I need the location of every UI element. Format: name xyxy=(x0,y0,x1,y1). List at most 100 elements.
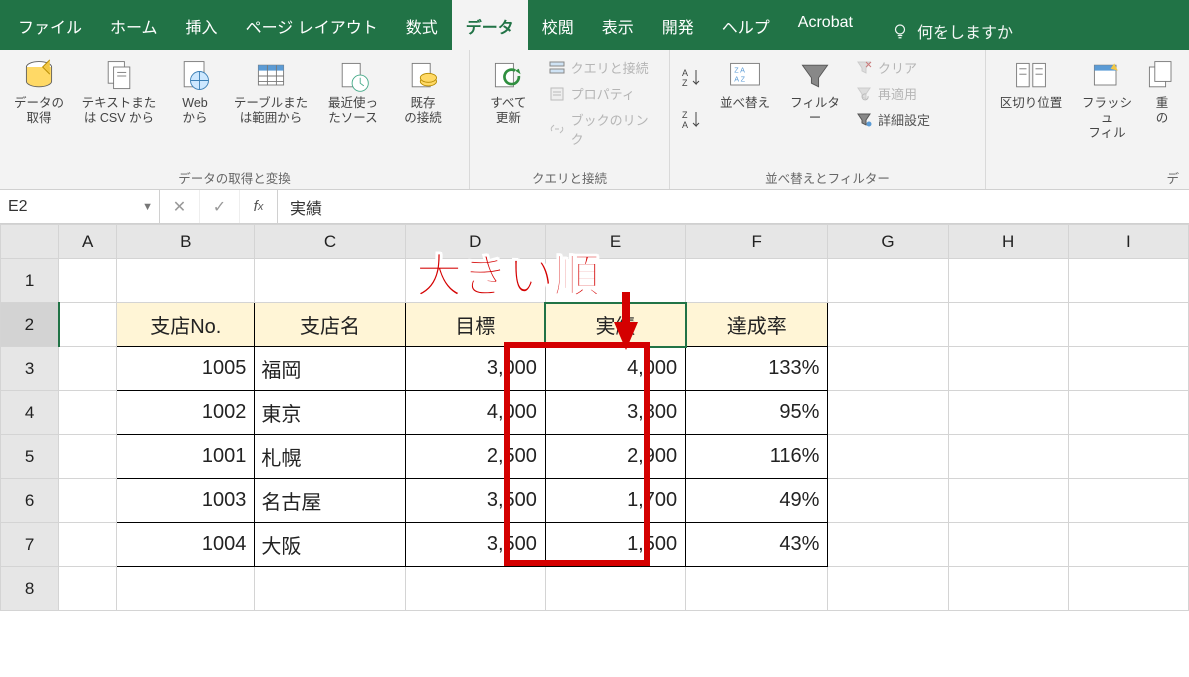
cancel-edit-button[interactable]: ✕ xyxy=(160,190,200,223)
formula-input[interactable]: 実績 xyxy=(278,195,1189,219)
cell[interactable]: 49% xyxy=(686,479,828,523)
cell[interactable]: 支店No. xyxy=(117,303,255,347)
cell[interactable]: 4,000 xyxy=(545,347,685,391)
col-header-H[interactable]: H xyxy=(948,225,1068,259)
cell[interactable]: 1005 xyxy=(117,347,255,391)
fx-button[interactable]: fx xyxy=(240,190,278,223)
group-label-sort-filter: 並べ替えとフィルター xyxy=(676,166,979,187)
col-header-F[interactable]: F xyxy=(686,225,828,259)
col-header-A[interactable]: A xyxy=(59,225,117,259)
advanced-filter-button[interactable]: 詳細設定 xyxy=(852,108,934,131)
tab-view[interactable]: 表示 xyxy=(588,0,648,50)
row-header-6[interactable]: 6 xyxy=(1,479,59,523)
reapply-label: 再適用 xyxy=(878,84,917,103)
refresh-icon xyxy=(490,58,526,94)
chevron-down-icon: ▼ xyxy=(142,201,153,213)
tab-data[interactable]: データ xyxy=(452,0,528,50)
text-to-columns-button[interactable]: 区切り位置 xyxy=(992,54,1070,115)
tab-acrobat[interactable]: Acrobat xyxy=(784,0,867,50)
cell[interactable]: 4,000 xyxy=(405,391,545,435)
cell[interactable]: 東京 xyxy=(255,391,405,435)
row-header-5[interactable]: 5 xyxy=(1,435,59,479)
cell[interactable]: 1004 xyxy=(117,523,255,567)
cell[interactable]: 1,700 xyxy=(545,479,685,523)
cell[interactable]: 3,500 xyxy=(405,479,545,523)
tab-formulas[interactable]: 数式 xyxy=(392,0,452,50)
col-header-B[interactable]: B xyxy=(117,225,255,259)
recent-sources-button[interactable]: 最近使っ たソース xyxy=(318,54,388,130)
properties-button[interactable]: プロパティ xyxy=(545,82,663,105)
col-header-G[interactable]: G xyxy=(828,225,948,259)
group-label-queries: クエリと接続 xyxy=(476,166,663,187)
clear-filter-button[interactable]: クリア xyxy=(852,56,934,79)
row-header-8[interactable]: 8 xyxy=(1,567,59,611)
cell-selected[interactable]: 実績 xyxy=(545,303,685,347)
svg-text:A: A xyxy=(682,68,688,78)
tab-review[interactable]: 校閲 xyxy=(528,0,588,50)
cell[interactable]: 名古屋 xyxy=(255,479,405,523)
sort-button[interactable]: Z AA Z 並べ替え xyxy=(712,54,778,115)
col-header-C[interactable]: C xyxy=(255,225,405,259)
from-csv-button[interactable]: テキストまた は CSV から xyxy=(76,54,162,130)
tab-file[interactable]: ファイル xyxy=(4,0,96,50)
advanced-filter-label: 詳細設定 xyxy=(878,110,930,129)
worksheet-grid[interactable]: A B C D E F G H I 1 2 支店No. 支店名 目標 実績 達成… xyxy=(0,224,1189,611)
cell[interactable]: 2,900 xyxy=(545,435,685,479)
reapply-button[interactable]: 再適用 xyxy=(852,82,934,105)
col-header-I[interactable]: I xyxy=(1068,225,1188,259)
duplicates-icon xyxy=(1144,58,1180,94)
col-header-E[interactable]: E xyxy=(545,225,685,259)
refresh-all-button[interactable]: すべて 更新 xyxy=(476,54,541,130)
filter-button[interactable]: フィルター xyxy=(782,54,848,130)
cell[interactable]: 福岡 xyxy=(255,347,405,391)
sort-desc-button[interactable]: ZA xyxy=(676,106,708,134)
cell[interactable]: 1,500 xyxy=(545,523,685,567)
row-header-3[interactable]: 3 xyxy=(1,347,59,391)
get-data-button[interactable]: データの 取得 xyxy=(6,54,72,130)
tab-help[interactable]: ヘルプ xyxy=(708,0,784,50)
from-web-button[interactable]: Web から xyxy=(166,54,224,130)
cell[interactable]: 札幌 xyxy=(255,435,405,479)
enter-edit-button[interactable]: ✓ xyxy=(200,190,240,223)
row-header-4[interactable]: 4 xyxy=(1,391,59,435)
queries-connections-button[interactable]: クエリと接続 xyxy=(545,56,663,79)
cell[interactable]: 3,500 xyxy=(405,523,545,567)
cell[interactable]: 2,500 xyxy=(405,435,545,479)
row-header-2[interactable]: 2 xyxy=(1,303,59,347)
svg-text:Z: Z xyxy=(682,78,688,88)
select-all-corner[interactable] xyxy=(1,225,59,259)
cell[interactable]: 目標 xyxy=(405,303,545,347)
cell[interactable]: 1002 xyxy=(117,391,255,435)
cell[interactable]: 大阪 xyxy=(255,523,405,567)
cell[interactable]: 3,800 xyxy=(545,391,685,435)
name-box[interactable]: E2 ▼ xyxy=(0,190,160,223)
cell[interactable]: 達成率 xyxy=(686,303,828,347)
recent-sources-label: 最近使っ たソース xyxy=(328,96,378,126)
cell[interactable]: 1003 xyxy=(117,479,255,523)
from-table-button[interactable]: テーブルまた は範囲から xyxy=(228,54,314,130)
cell[interactable]: 43% xyxy=(686,523,828,567)
sort-asc-button[interactable]: AZ xyxy=(676,64,708,92)
flash-fill-button[interactable]: フラッシュ フィル xyxy=(1074,54,1140,145)
cell[interactable]: 116% xyxy=(686,435,828,479)
tab-home[interactable]: ホーム xyxy=(96,0,172,50)
cell[interactable]: 133% xyxy=(686,347,828,391)
edit-links-button[interactable]: ブックのリンク xyxy=(545,108,663,150)
sort-label: 並べ替え xyxy=(720,96,770,111)
row-header-7[interactable]: 7 xyxy=(1,523,59,567)
properties-label: プロパティ xyxy=(571,84,635,103)
cell[interactable]: 支店名 xyxy=(255,303,405,347)
tab-developer[interactable]: 開発 xyxy=(648,0,708,50)
existing-conn-button[interactable]: 既存 の接続 xyxy=(392,54,454,130)
lightbulb-icon xyxy=(891,22,909,40)
cell[interactable]: 95% xyxy=(686,391,828,435)
tell-me[interactable]: 何をしますか xyxy=(891,0,1013,50)
cell[interactable]: 3,000 xyxy=(405,347,545,391)
row-header-1[interactable]: 1 xyxy=(1,259,59,303)
tab-insert[interactable]: 挿入 xyxy=(172,0,232,50)
properties-icon xyxy=(549,86,565,102)
tab-pagelayout[interactable]: ページ レイアウト xyxy=(232,0,392,50)
remove-duplicates-button[interactable]: 重 の xyxy=(1144,54,1180,130)
cell[interactable]: 1001 xyxy=(117,435,255,479)
col-header-D[interactable]: D xyxy=(405,225,545,259)
